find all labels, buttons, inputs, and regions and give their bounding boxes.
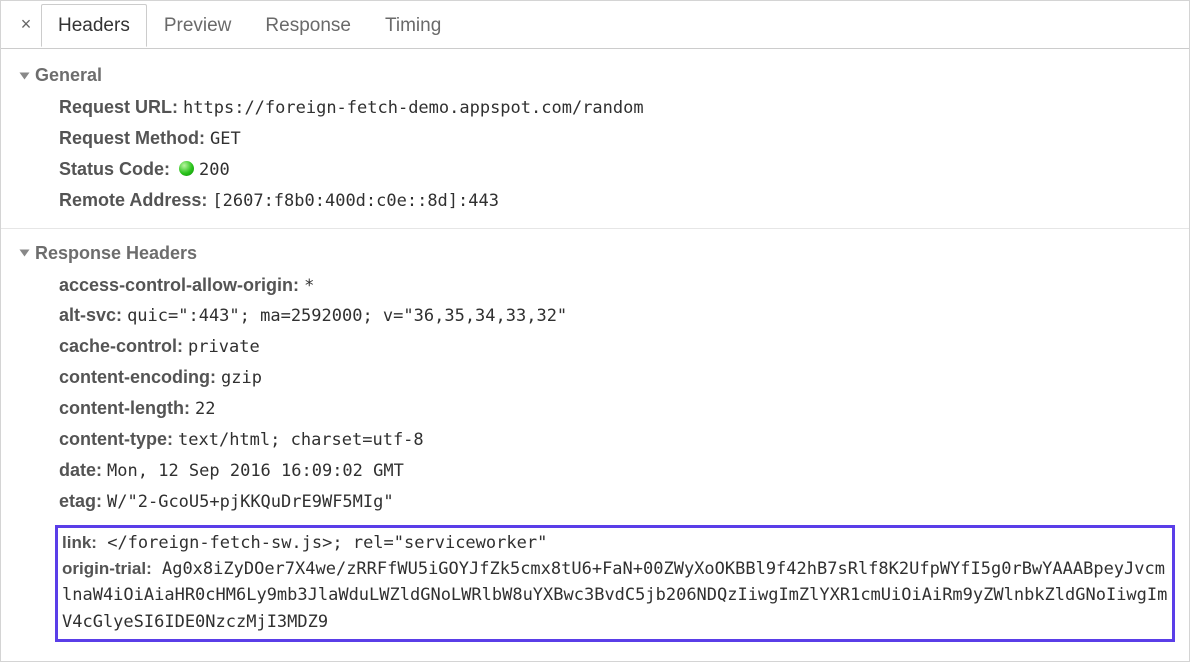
devtools-panel: × Headers Preview Response Timing Genera…: [0, 0, 1190, 662]
kv-status-code: Status Code 200: [59, 154, 1189, 185]
header-name: content-encoding: [59, 367, 216, 387]
tab-bar: × Headers Preview Response Timing: [1, 1, 1189, 49]
close-icon[interactable]: ×: [11, 14, 41, 35]
tab-preview[interactable]: Preview: [147, 4, 249, 47]
label: Request URL: [59, 97, 178, 117]
response-header-row: etag W/"2-GcoU5+pjKKQuDrE9WF5MIg": [59, 486, 1189, 517]
header-value: W/"2-GcoU5+pjKKQuDrE9WF5MIg": [107, 492, 394, 512]
label: Status Code: [59, 159, 170, 179]
response-headers-list: access-control-allow-origin *alt-svc qui…: [1, 268, 1189, 523]
header-value: private: [188, 337, 260, 357]
kv-remote-address: Remote Address [2607:f8b0:400d:c0e::8d]:…: [59, 185, 1189, 216]
section-response-headers-header[interactable]: Response Headers: [1, 228, 1189, 268]
response-header-row: content-length 22: [59, 393, 1189, 424]
disclosure-triangle-icon: [20, 250, 30, 257]
highlighted-header-row: origin-trial Ag0x8iZyDOer7X4we/zRRFfWU5i…: [62, 556, 1168, 635]
header-name: alt-svc: [59, 305, 122, 325]
tab-headers[interactable]: Headers: [41, 4, 147, 47]
response-header-row: cache-control private: [59, 331, 1189, 362]
value: [2607:f8b0:400d:c0e::8d]:443: [212, 191, 499, 211]
highlighted-header-row: link </foreign-fetch-sw.js>; rel="servic…: [62, 530, 1168, 556]
header-value: 22: [195, 399, 215, 419]
header-name: etag: [59, 491, 102, 511]
tab-response[interactable]: Response: [248, 4, 368, 47]
header-value: quic=":443"; ma=2592000; v="36,35,34,33,…: [127, 306, 567, 326]
header-name: origin-trial: [62, 559, 152, 578]
header-value: Ag0x8iZyDOer7X4we/zRRFfWU5iGOYJfZk5cmx8t…: [62, 559, 1167, 632]
header-value: text/html; charset=utf-8: [178, 430, 424, 450]
response-header-row: alt-svc quic=":443"; ma=2592000; v="36,3…: [59, 300, 1189, 331]
label: Request Method: [59, 128, 205, 148]
header-value: *: [304, 276, 314, 296]
header-value: Mon, 12 Sep 2016 16:09:02 GMT: [107, 461, 404, 481]
section-title: Response Headers: [35, 243, 197, 264]
section-general-header[interactable]: General: [1, 57, 1189, 90]
response-header-row: content-encoding gzip: [59, 362, 1189, 393]
kv-request-url: Request URL https://foreign-fetch-demo.a…: [59, 92, 1189, 123]
value: GET: [210, 129, 241, 149]
header-name: link: [62, 533, 97, 552]
label: Remote Address: [59, 190, 207, 210]
header-name: content-type: [59, 429, 173, 449]
header-name: date: [59, 460, 102, 480]
header-name: access-control-allow-origin: [59, 275, 299, 295]
response-header-row: access-control-allow-origin *: [59, 270, 1189, 301]
header-value: </foreign-fetch-sw.js>; rel="servicework…: [97, 533, 547, 553]
disclosure-triangle-icon: [20, 72, 30, 79]
kv-request-method: Request Method GET: [59, 123, 1189, 154]
highlighted-headers: link </foreign-fetch-sw.js>; rel="servic…: [55, 525, 1175, 642]
header-name: cache-control: [59, 336, 183, 356]
header-name: content-length: [59, 398, 190, 418]
tab-timing[interactable]: Timing: [368, 4, 458, 47]
general-list: Request URL https://foreign-fetch-demo.a…: [1, 90, 1189, 222]
status-dot-icon: [179, 161, 194, 176]
header-value: gzip: [221, 368, 262, 388]
value: https://foreign-fetch-demo.appspot.com/r…: [183, 98, 644, 118]
response-header-row: content-type text/html; charset=utf-8: [59, 424, 1189, 455]
section-title: General: [35, 65, 102, 86]
value: 200: [199, 160, 230, 180]
headers-content: General Request URL https://foreign-fetc…: [1, 49, 1189, 661]
response-header-row: date Mon, 12 Sep 2016 16:09:02 GMT: [59, 455, 1189, 486]
